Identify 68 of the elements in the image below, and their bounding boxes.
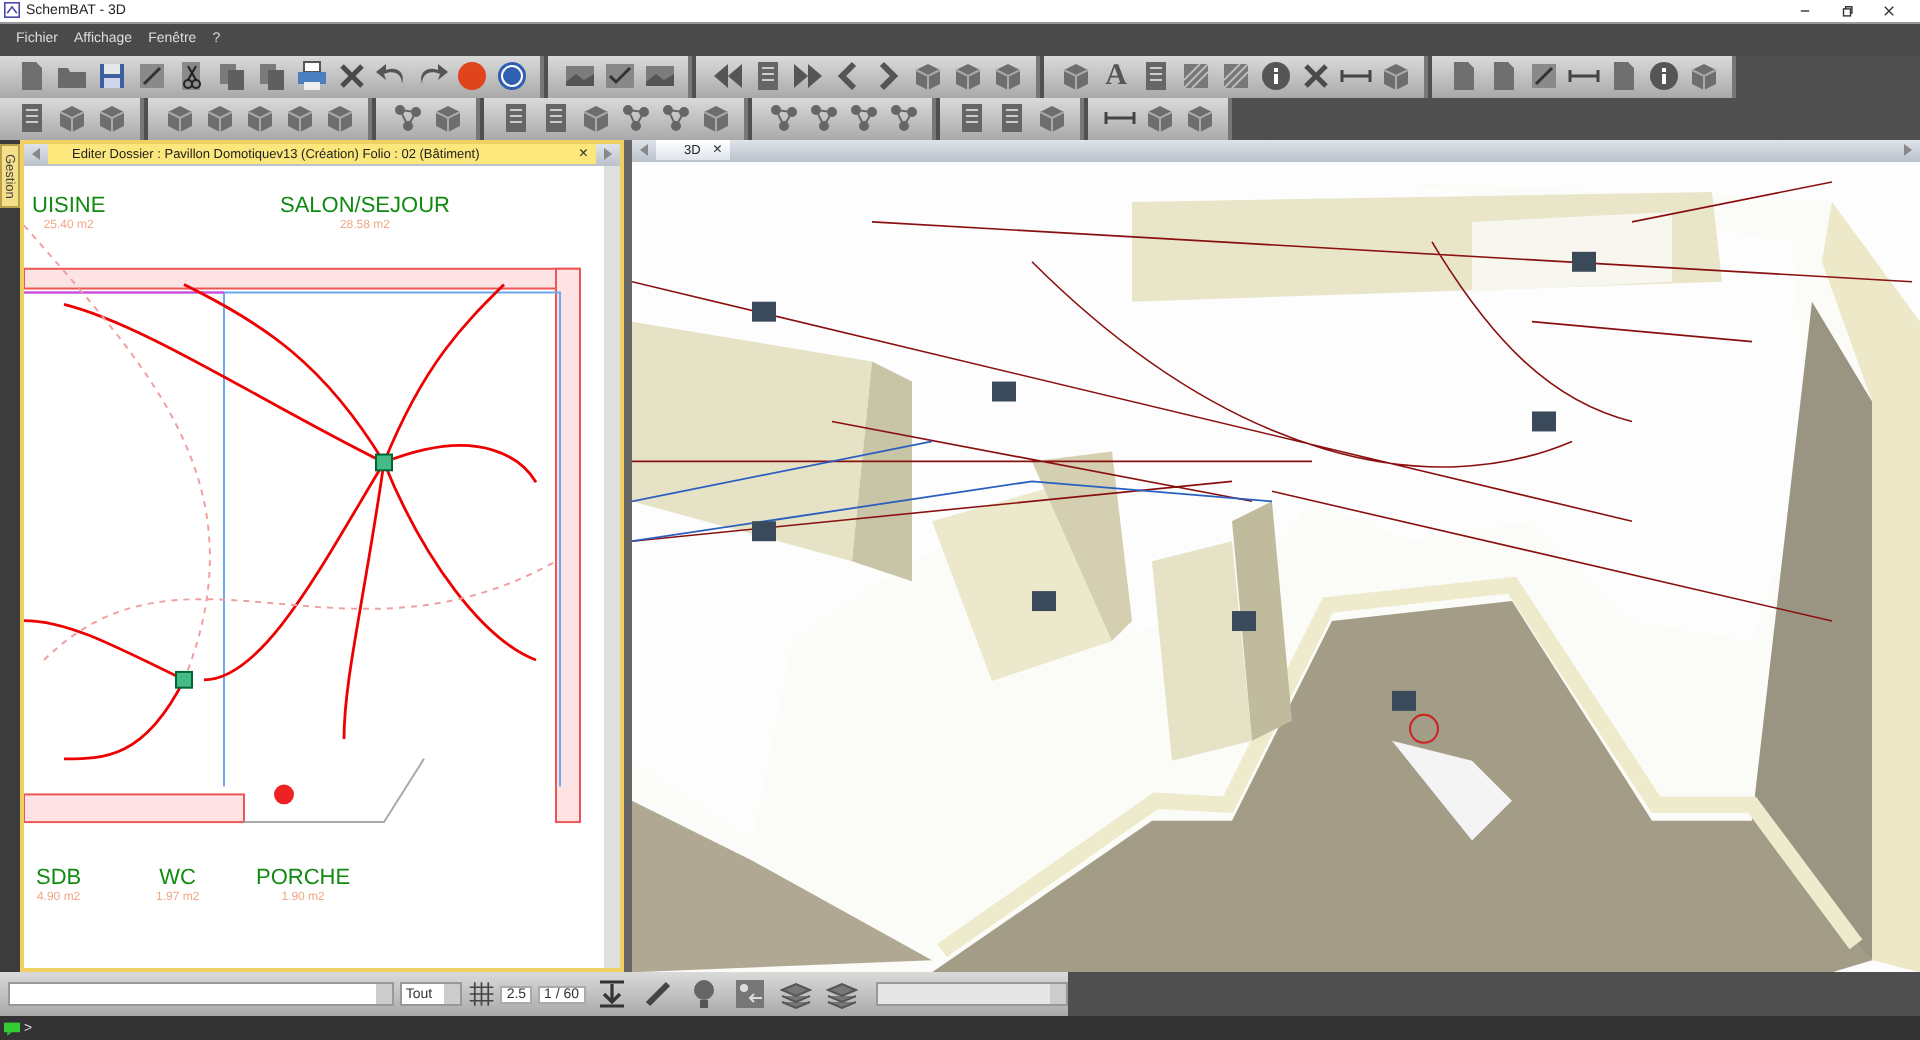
stop-sign-icon xyxy=(456,60,488,93)
info-icon xyxy=(1260,60,1292,93)
tab-close-button[interactable]: × xyxy=(712,142,722,159)
scroll-left-icon[interactable] xyxy=(30,146,42,163)
cube-icon xyxy=(244,102,276,135)
help-icon xyxy=(496,60,528,93)
tab-close-button[interactable]: × xyxy=(578,146,588,163)
restore-icon[interactable] xyxy=(1840,3,1854,18)
cube-icon xyxy=(432,102,464,135)
cube-icon xyxy=(324,102,356,135)
close-icon[interactable] xyxy=(1882,3,1896,18)
room-name: SDB xyxy=(36,865,82,891)
pencil-icon xyxy=(136,60,168,93)
double-right-arrow-icon xyxy=(792,60,824,93)
cube-icon xyxy=(912,60,944,93)
cross-icon xyxy=(1300,60,1332,93)
double-left-arrow-icon xyxy=(712,60,744,93)
hatch-icon xyxy=(1180,60,1212,93)
pencil-icon xyxy=(641,978,674,1011)
layers-icon xyxy=(825,978,858,1011)
cross-icon xyxy=(336,60,368,93)
scroll-right-icon[interactable] xyxy=(1902,142,1914,159)
cube-icon xyxy=(284,102,316,135)
cube-icon xyxy=(1144,102,1176,135)
cube-icon xyxy=(952,60,984,93)
printer-icon xyxy=(296,60,328,93)
command-combo[interactable] xyxy=(8,982,394,1007)
page-icon xyxy=(1448,60,1480,93)
list-icon xyxy=(16,102,48,135)
scroll-right-icon[interactable] xyxy=(602,146,614,163)
page-icon xyxy=(1488,60,1520,93)
cube-icon xyxy=(56,102,88,135)
info-icon xyxy=(1648,60,1680,93)
toolbar-button[interactable]: A xyxy=(1096,56,1136,97)
cube-icon xyxy=(580,102,612,135)
cube-icon xyxy=(204,102,236,135)
console-icon xyxy=(4,1021,20,1035)
room-name: UISINE xyxy=(32,193,106,219)
copy-icon xyxy=(216,60,248,93)
layers-icon xyxy=(779,978,812,1011)
insert-down-icon xyxy=(595,978,628,1011)
grid-icon[interactable] xyxy=(467,980,495,1009)
list-icon xyxy=(1140,60,1172,93)
copy-icon xyxy=(256,60,288,93)
list-icon xyxy=(752,60,784,93)
cube-icon xyxy=(700,102,732,135)
cube-icon xyxy=(164,102,196,135)
room-name: WC xyxy=(159,865,196,891)
cube-icon xyxy=(96,102,128,135)
list-icon xyxy=(540,102,572,135)
pencil-icon xyxy=(1528,60,1560,93)
cube-icon xyxy=(1036,102,1068,135)
cube-icon xyxy=(1184,102,1216,135)
list-icon xyxy=(500,102,532,135)
room-name: PORCHE xyxy=(256,865,351,891)
cube-icon xyxy=(1060,60,1092,93)
cube-icon xyxy=(992,60,1024,93)
list-icon xyxy=(956,102,988,135)
text-tool-icon: A xyxy=(1105,60,1127,93)
page-icon xyxy=(1608,60,1640,93)
checkmark-icon xyxy=(604,60,636,93)
list-icon xyxy=(996,102,1028,135)
page-icon xyxy=(16,60,48,93)
hatch-icon xyxy=(1220,60,1252,93)
room-name: SALON/SEJOUR xyxy=(280,193,450,219)
cube-icon xyxy=(1688,60,1720,93)
scroll-left-icon[interactable] xyxy=(638,142,650,159)
cube-icon xyxy=(1380,60,1412,93)
